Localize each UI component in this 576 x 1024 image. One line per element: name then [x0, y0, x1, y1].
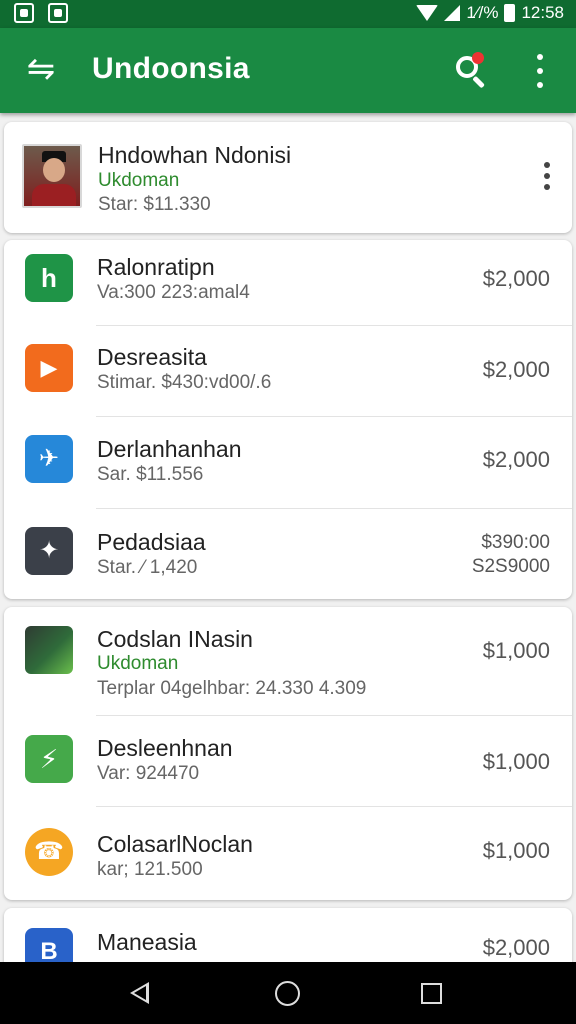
- list-card-1: h Ralonratipn Va:300 223:amal4 $2,000 ▶ …: [4, 240, 572, 599]
- list-item[interactable]: ✈ Derlanhanhan Sar. $11.556 $2,000: [4, 417, 572, 509]
- phone-icon: ☎: [25, 828, 73, 876]
- item-meta: Star. ⁄ 1,420: [97, 557, 198, 578]
- play-icon: ▶: [25, 344, 73, 392]
- lightning-icon: ⚡: [25, 735, 73, 783]
- app-photo-icon: [25, 626, 73, 674]
- item-title: ColasarlNoclan: [97, 831, 253, 857]
- item-price: $2,000: [482, 935, 550, 960]
- item-price: $2,000: [482, 357, 550, 382]
- item-price: $2,000: [482, 266, 550, 291]
- item-subtitle: Ukdoman: [97, 653, 179, 674]
- more-vert-icon[interactable]: [532, 54, 548, 88]
- signal-icon: [444, 5, 461, 21]
- item-price: $1,000: [482, 838, 550, 863]
- back-icon[interactable]: [130, 982, 149, 1004]
- status-bar: 1⁄/% 12:58: [0, 0, 576, 28]
- h-logo-icon: h: [25, 254, 73, 302]
- wifi-icon: [416, 5, 439, 21]
- profile-name: Hndowhan Ndonisi: [98, 142, 292, 168]
- profile-subtitle: Ukdoman: [98, 170, 180, 191]
- profile-card[interactable]: Hndowhan Ndonisi Ukdoman Star: $11.330: [4, 122, 572, 233]
- item-title: Pedadsiaa: [97, 529, 206, 555]
- notification-icon: [14, 3, 34, 23]
- clock: 12:58: [521, 3, 564, 22]
- item-meta: Terplar 04gelhbar: 24.330 4.309: [97, 678, 367, 699]
- item-price: $2,000: [482, 447, 550, 472]
- item-title: Ralonratipn: [97, 254, 215, 280]
- avatar: [22, 144, 82, 208]
- app-title: Undoonsia: [92, 52, 250, 85]
- back-arrows-icon[interactable]: ⇋: [22, 50, 60, 88]
- list-card-2: Codslan INasin Ukdoman Terplar 04gelhbar…: [4, 607, 572, 900]
- item-price: $390:00 S2S9000: [472, 531, 550, 579]
- search-icon[interactable]: [454, 52, 488, 89]
- battery-icon: [504, 4, 516, 22]
- list-item[interactable]: ☎ ColasarlNoclan kar; 121.500 $1,000: [4, 807, 572, 900]
- image-notification-icon: [48, 3, 68, 23]
- profile-stat: Star: $11.330: [98, 194, 211, 215]
- item-title: Derlanhanhan: [97, 436, 242, 462]
- home-icon[interactable]: [275, 981, 300, 1006]
- item-meta: Var: 924470: [97, 763, 200, 784]
- item-title: Codslan INasin: [97, 626, 253, 652]
- item-price-line1: $390:00: [481, 532, 550, 553]
- list-item[interactable]: ▶ Desreasita Stimar. $430:vd00/.6 $2,000: [4, 326, 572, 417]
- list-item[interactable]: h Ralonratipn Va:300 223:amal4 $2,000: [4, 240, 572, 326]
- item-title: Maneasia: [97, 929, 197, 955]
- navigation-bar: [0, 962, 576, 1024]
- item-meta: kar; 121.500: [97, 859, 203, 880]
- list-item[interactable]: ✦ Pedadsiaa Star. ⁄ 1,420 $390:00 S2S900…: [4, 509, 572, 599]
- list-item[interactable]: Codslan INasin Ukdoman Terplar 04gelhbar…: [4, 607, 572, 715]
- notification-dot: [472, 52, 484, 64]
- item-meta: Va:300 223:amal4: [97, 282, 250, 303]
- item-price: $1,000: [482, 749, 550, 774]
- list-item[interactable]: ⚡ Desleenhnan Var: 924470 $1,000: [4, 716, 572, 806]
- item-price-line2: S2S9000: [471, 556, 550, 577]
- bird-icon: ✈: [25, 435, 73, 483]
- item-meta: Stimar. $430:vd00/.6: [97, 372, 272, 393]
- item-price: $1,000: [482, 638, 550, 663]
- recents-icon[interactable]: [421, 983, 442, 1004]
- item-meta: Sar. $11.556: [97, 464, 204, 485]
- app-bar: ⇋ Undoonsia: [0, 28, 576, 113]
- item-title: Desleenhnan: [97, 735, 233, 761]
- battery-percent: 1⁄/%: [466, 3, 499, 22]
- profile-more-icon[interactable]: [540, 162, 554, 190]
- item-title: Desreasita: [97, 344, 207, 370]
- sparkle-icon: ✦: [25, 527, 73, 575]
